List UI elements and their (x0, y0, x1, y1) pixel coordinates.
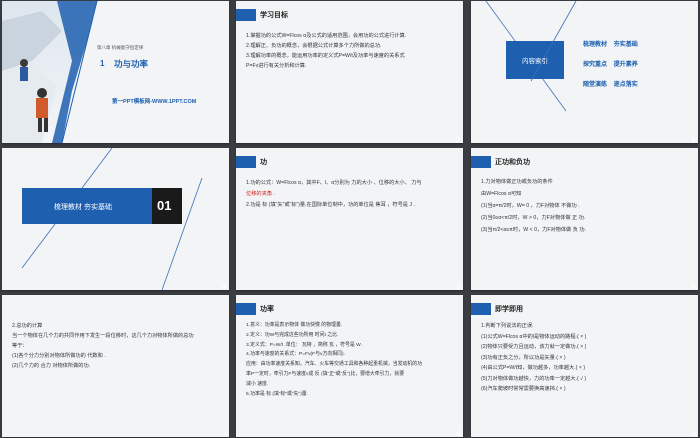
slide-number-7: 7 (222, 430, 227, 438)
text-line: (1)公式W=Flcos α中的l是物体运动的路程.( × ) (481, 333, 587, 340)
text-line: 应用：由功率速度关系知，汽车、火车等交通工具和各种起重机械，当发动机的功 (246, 362, 423, 368)
header-accent-bar (471, 156, 491, 168)
slide-number-4: 4 (222, 283, 227, 291)
slide-number-8: 8 (456, 430, 461, 438)
text-line: (2)几个力的 合力 对物体所做的功. (12, 363, 91, 369)
text-line: 2.定义：功W与完成这些功所用 时间t 之比. (246, 332, 339, 338)
slide-thumbnail-4[interactable]: 梳理教材 夯实基础 01 (2, 148, 229, 290)
slide-thumbnail-8[interactable]: 功率 1.意义：功率是表示物体 做功快慢 的物理量. 2.定义：功W与完成这些功… (236, 295, 463, 437)
text-line: (3)当π/2<α≤π时，W < 0，力F对物体做 负 功. (481, 227, 586, 233)
slide-sorter-grid: 第八章 机械能守恒定律 1 功与功率 第一PPT模板网-WWW.1PPT.COM… (0, 0, 700, 438)
text-line: 减小 速度. (246, 381, 269, 387)
slide-thumbnail-3[interactable]: 内容索引 梳理教材 夯实基础 探究重点 提升素养 随堂演练 逐点落实 (471, 1, 698, 143)
power-text: 1.意义：功率是表示物体 做功快慢 的物理量. 2.定义：功W与完成这些功所用 … (246, 321, 455, 399)
text-line: (6)汽车爬坡时常常需要换高速挡.( × ) (481, 386, 566, 392)
header-title: 学习目标 (260, 12, 288, 19)
goal-line: 2.理解正、负功的概念，会根据公式计算多个力所做的总功. (246, 43, 382, 49)
quick-check-text: 1.判断下列说法的正误. (1)公式W=Flcos α中的l是物体运动的路程.(… (481, 321, 690, 395)
header-title: 功 (260, 159, 267, 166)
text-line: 位移的夹角 . (246, 191, 275, 197)
slide-thumbnail-1[interactable]: 第八章 机械能守恒定律 1 功与功率 第一PPT模板网-WWW.1PPT.COM (2, 1, 229, 143)
text-line: (1)各个分力分别对物体所做功的 代数和 . (12, 353, 106, 359)
section-index: 01 (157, 198, 172, 213)
slide-thumbnail-6[interactable]: 正功和负功 1.力对物体做正功或负功的条件 由W=Flcos α可知 (1)当α… (471, 148, 698, 290)
lesson-title: 功与功率 (114, 59, 149, 69)
header-title: 即学即用 (495, 306, 523, 313)
chapter-label: 第八章 机械能守恒定律 (97, 45, 144, 50)
text-line: 3.定义式：P=W/t .单位： 瓦特 ，简称 瓦 ，符号是 W . (246, 342, 364, 348)
text-line: 1.意义：功率是表示物体 做功快慢 的物理量. (246, 323, 343, 328)
work-definition-text: 1.功的公式：W=Flcos α，其中F、l、α分别为 力的大小 、位移的大小、… (246, 178, 455, 211)
site-watermark: 第一PPT模板网-WWW.1PPT.COM (112, 99, 197, 105)
section-header: 即学即用 (471, 303, 698, 315)
slide-thumbnail-5[interactable]: 功 1.功的公式：W=Flcos α，其中F、l、α分别为 力的大小 、位移的大… (236, 148, 463, 290)
section-header: 正功和负功 (471, 156, 698, 168)
text-line: 2.总功的计算 (12, 323, 43, 329)
section-banner-text: 梳理教材 夯实基础 (54, 204, 112, 211)
slide-number-2: 2 (456, 136, 461, 144)
slide-number-9: 9 (691, 430, 696, 438)
mountaineer-photo (2, 1, 229, 143)
header-accent-bar (236, 156, 256, 168)
text-line: (3)功有正负之分，所以功是矢量.( × ) (481, 354, 566, 361)
text-line: (5)力对物体做功越快，力的功率一定越大.( √ ) (481, 375, 587, 382)
goal-line: P=Fv进行有关分析和计算. (246, 63, 307, 69)
goal-line: 1.掌握功的公式W=Flcos α及公式的适用范围，会用功的公式进行计算. (246, 33, 407, 39)
positive-negative-work-text: 1.力对物体做正功或负功的条件 由W=Flcos α可知 (1)当α=π/2时，… (481, 176, 690, 236)
slide-number-1: 1 (222, 136, 227, 144)
header-title: 正功和负功 (495, 159, 530, 166)
slide-number-3: 3 (691, 136, 696, 144)
header-accent-bar (236, 9, 256, 21)
text-line: (4)由公式P=W/t知，做功越多，功率越大.( × ) (481, 365, 586, 371)
contents-item-part-b: 提升素养 (613, 62, 638, 68)
lesson-number: 1 (100, 59, 105, 68)
text-line: (2)当0≤α<π/2时，W > 0，力F对物体做 正 功. (481, 215, 586, 221)
text-line: 4.功率与速度的关系式：P=Fv(F与v方向相同). (246, 352, 346, 358)
contents-item-2[interactable]: 探究重点 提升素养 (583, 59, 638, 68)
contents-item-part-b: 夯实基础 (613, 42, 638, 48)
total-work-text: 2.总功的计算 当一个物体在几个力的共同作用下发生一段位移时，这几个力对物体所做… (12, 321, 221, 371)
text-line: 1.判断下列说法的正误. (481, 323, 534, 329)
contents-item-part-a: 梳理教材 (583, 42, 608, 48)
contents-box-title: 内容索引 (522, 58, 548, 65)
text-line: (1)当α=π/2时，W= 0 ，力F对物体 不做功 . (481, 203, 580, 209)
section-header: 功 (236, 156, 463, 168)
text-line: 5.功率是 标 (填“标”或“矢”)量. (246, 391, 308, 397)
contents-decoration (485, 1, 577, 112)
text-line: 等于： (12, 343, 28, 349)
slide-thumbnail-7[interactable]: 2.总功的计算 当一个物体在几个力的共同作用下发生一段位移时，这几个力对物体所做… (2, 295, 229, 437)
text-line: 2.功是 标 (填“矢”或“标”)量.在国际单位制中，功的单位是 焦耳 ，符号是… (246, 202, 415, 208)
goal-line: 3.理解功率的概念，能运用功率的定义式P=W/t及功率与速度的关系式 (246, 53, 405, 59)
text-line: 由W=Flcos α可知 (481, 191, 522, 197)
learning-goals-text: 1.掌握功的公式W=Flcos α及公式的适用范围，会用功的公式进行计算. 2.… (246, 31, 455, 71)
text-line: 1.力对物体做正功或负功的条件 (481, 179, 553, 185)
contents-item-part-a: 探究重点 (583, 62, 608, 68)
text-line: 当一个物体在几个力的共同作用下发生一段位移时，这几个力对物体所做的总功 (12, 333, 194, 339)
contents-item-1[interactable]: 梳理教材 夯实基础 (583, 39, 638, 48)
header-accent-bar (236, 303, 256, 315)
text-line: (2)物体只要受力且运动，该力就一定做功.( × ) (481, 344, 587, 350)
contents-item-part-a: 随堂演练 (583, 82, 608, 88)
section-divider-decoration (21, 148, 203, 290)
text-line: 率P一定时，牵引力F与速度v成 反 (填“正”或“反”)比，要增大牵引力，就要 (246, 371, 405, 377)
contents-item-part-b: 逐点落实 (613, 82, 638, 88)
header-accent-bar (471, 303, 491, 315)
slide-thumbnail-2[interactable]: 学习目标 1.掌握功的公式W=Flcos α及公式的适用范围，会用功的公式进行计… (236, 1, 463, 143)
slide-thumbnail-9[interactable]: 即学即用 1.判断下列说法的正误. (1)公式W=Flcos α中的l是物体运动… (471, 295, 698, 437)
contents-item-3[interactable]: 随堂演练 逐点落实 (583, 79, 638, 88)
section-header: 学习目标 (236, 9, 463, 21)
slide-number-5: 5 (456, 283, 461, 291)
slide-number-6: 6 (691, 283, 696, 291)
section-header: 功率 (236, 303, 463, 315)
text-line: 1.功的公式：W=Flcos α，其中F、l、α分别为 力的大小 、位移的大小、… (246, 180, 422, 186)
header-title: 功率 (260, 306, 274, 313)
